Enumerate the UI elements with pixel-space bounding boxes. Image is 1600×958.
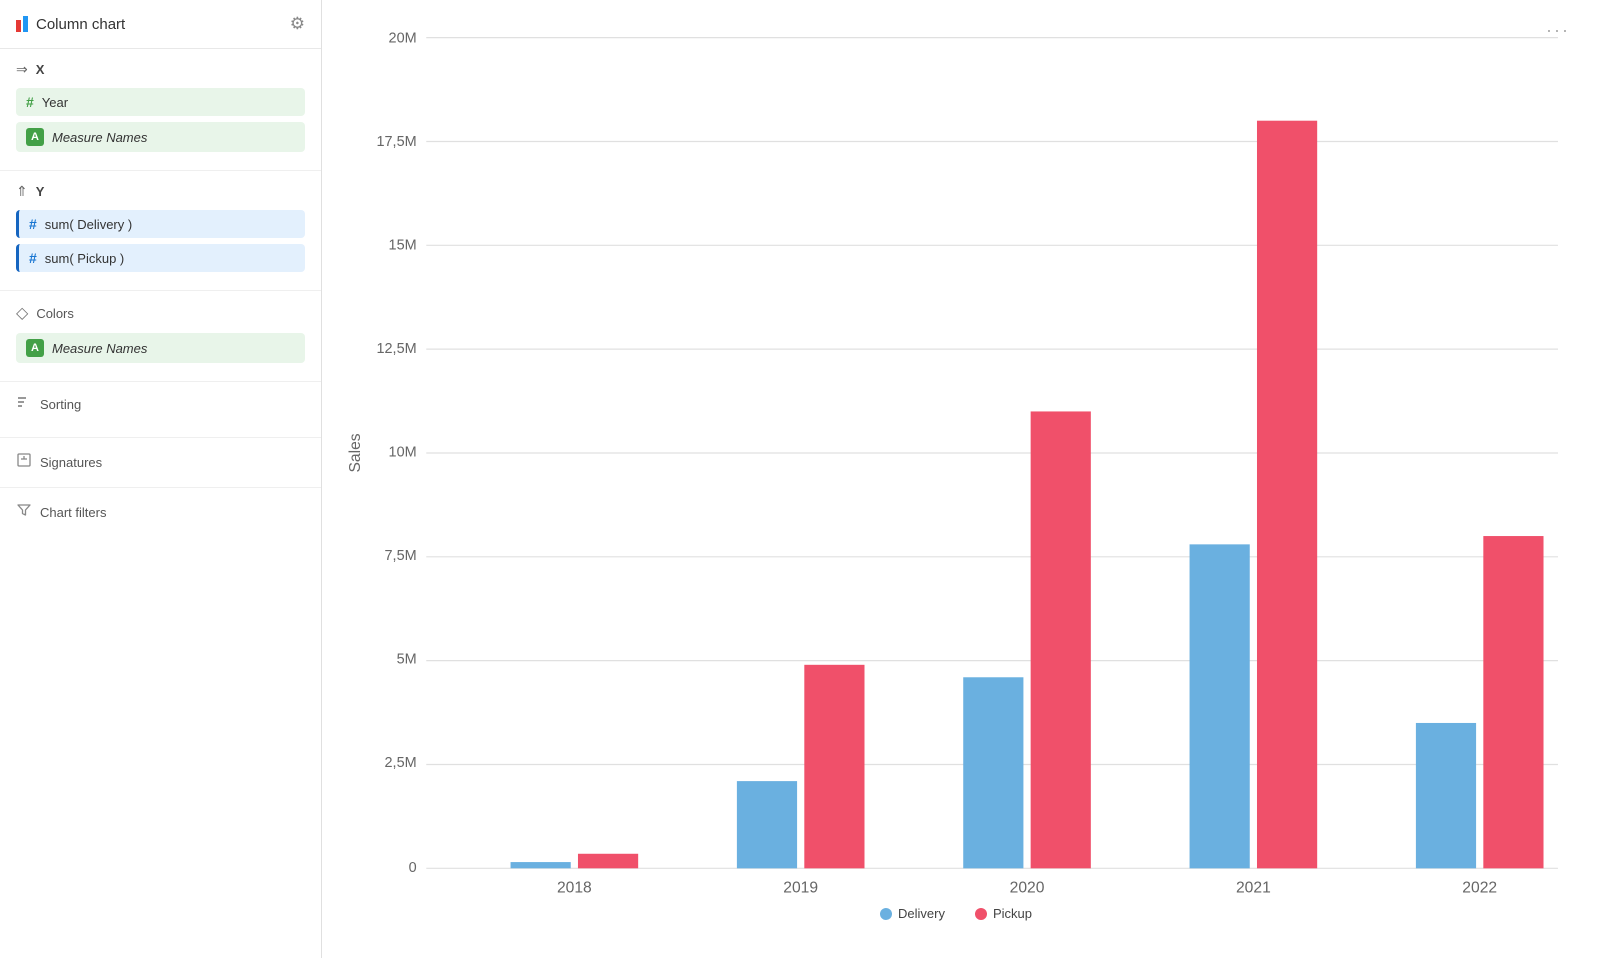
- colors-icon: ◇: [16, 303, 28, 323]
- svg-text:10M: 10M: [389, 445, 417, 461]
- bar-2019-pickup: [804, 665, 864, 869]
- chart-filters-section[interactable]: Chart filters: [0, 488, 321, 537]
- bar-2021-pickup: [1257, 121, 1317, 869]
- svg-text:5M: 5M: [397, 652, 417, 668]
- svg-text:0: 0: [409, 860, 417, 876]
- a-icon: A: [26, 128, 44, 146]
- bar-2018-delivery: [511, 862, 571, 868]
- x-axis-arrow-icon: ⇒: [16, 61, 28, 78]
- x-tick-2018: 2018: [557, 879, 592, 896]
- sorting-icon: [16, 394, 32, 415]
- y-axis-label: ⇑ Y: [16, 183, 305, 200]
- chart-type-icon: [16, 16, 28, 32]
- legend-pickup: Pickup: [975, 906, 1032, 921]
- sidebar: Column chart ⚙ ⇒ X # Year A Measure Name…: [0, 0, 322, 958]
- bar-2021-delivery: [1190, 544, 1250, 868]
- sorting-label-row: Sorting: [16, 394, 305, 415]
- signatures-label: Signatures: [40, 455, 102, 470]
- y-field-pickup-label: sum( Pickup ): [45, 251, 124, 266]
- a-icon-colors: A: [26, 339, 44, 357]
- main-chart-area: ···: [322, 0, 1600, 958]
- y-field-delivery-label: sum( Delivery ): [45, 217, 132, 232]
- gear-icon[interactable]: ⚙: [290, 14, 305, 34]
- x-tick-2021: 2021: [1236, 879, 1271, 896]
- x-axis-letter: X: [36, 62, 45, 77]
- legend-pickup-label: Pickup: [993, 906, 1032, 921]
- x-field-measure-names-label: Measure Names: [52, 130, 147, 145]
- sorting-section: Sorting: [0, 382, 321, 438]
- svg-text:20M: 20M: [389, 30, 417, 46]
- filter-icon: [16, 502, 32, 523]
- x-axis-label: ⇒ X: [16, 61, 305, 78]
- legend-delivery: Delivery: [880, 906, 945, 921]
- x-axis-section: ⇒ X # Year A Measure Names: [0, 49, 321, 171]
- legend-pickup-dot: [975, 908, 987, 920]
- x-field-year[interactable]: # Year: [16, 88, 305, 116]
- bar-2022-pickup: [1483, 536, 1543, 868]
- colors-label: Colors: [36, 306, 74, 321]
- svg-text:7,5M: 7,5M: [385, 548, 417, 564]
- hash-blue-icon-2: #: [29, 250, 37, 266]
- chart-svg: 20M 17,5M 15M 12,5M 10M 7,5M 5M 2,5M 0 S…: [342, 20, 1570, 898]
- colors-label-row: ◇ Colors: [16, 303, 305, 323]
- x-tick-2019: 2019: [783, 879, 818, 896]
- svg-text:12,5M: 12,5M: [377, 341, 417, 357]
- y-axis-letter: Y: [36, 184, 45, 199]
- y-axis-arrow-icon: ⇑: [16, 183, 28, 200]
- sidebar-header: Column chart ⚙: [0, 0, 321, 49]
- bar-2022-delivery: [1416, 723, 1476, 868]
- hash-blue-icon: #: [29, 216, 37, 232]
- title-row: Column chart: [16, 16, 125, 33]
- svg-text:2,5M: 2,5M: [385, 755, 417, 771]
- chart-legend: Delivery Pickup: [342, 906, 1570, 921]
- legend-delivery-dot: [880, 908, 892, 920]
- bar-2020-pickup: [1031, 411, 1091, 868]
- svg-text:17,5M: 17,5M: [377, 134, 417, 150]
- sidebar-title: Column chart: [36, 16, 125, 33]
- signatures-icon: [16, 452, 32, 473]
- legend-delivery-label: Delivery: [898, 906, 945, 921]
- y-field-pickup[interactable]: # sum( Pickup ): [16, 244, 305, 272]
- colors-section: ◇ Colors A Measure Names: [0, 291, 321, 382]
- x-field-measure-names[interactable]: A Measure Names: [16, 122, 305, 152]
- chart-container: ···: [342, 20, 1570, 938]
- signatures-section: Signatures: [0, 438, 321, 488]
- x-tick-2022: 2022: [1462, 879, 1497, 896]
- y-axis-section: ⇑ Y # sum( Delivery ) # sum( Pickup ): [0, 171, 321, 291]
- chart-svg-container: 20M 17,5M 15M 12,5M 10M 7,5M 5M 2,5M 0 S…: [342, 20, 1570, 898]
- colors-measure-names[interactable]: A Measure Names: [16, 333, 305, 363]
- sorting-label: Sorting: [40, 397, 81, 412]
- x-field-year-label: Year: [42, 95, 68, 110]
- bar-2020-delivery: [963, 677, 1023, 868]
- bar-2018-pickup: [578, 854, 638, 869]
- svg-text:Sales: Sales: [347, 433, 364, 472]
- svg-text:15M: 15M: [389, 238, 417, 254]
- y-field-delivery[interactable]: # sum( Delivery ): [16, 210, 305, 238]
- x-tick-2020: 2020: [1010, 879, 1045, 896]
- chart-wrapper: 20M 17,5M 15M 12,5M 10M 7,5M 5M 2,5M 0 S…: [342, 20, 1570, 938]
- chart-filters-label: Chart filters: [40, 505, 106, 520]
- hash-icon: #: [26, 94, 34, 110]
- bar-2019-delivery: [737, 781, 797, 868]
- signatures-row[interactable]: Signatures: [16, 452, 305, 473]
- colors-measure-names-label: Measure Names: [52, 341, 147, 356]
